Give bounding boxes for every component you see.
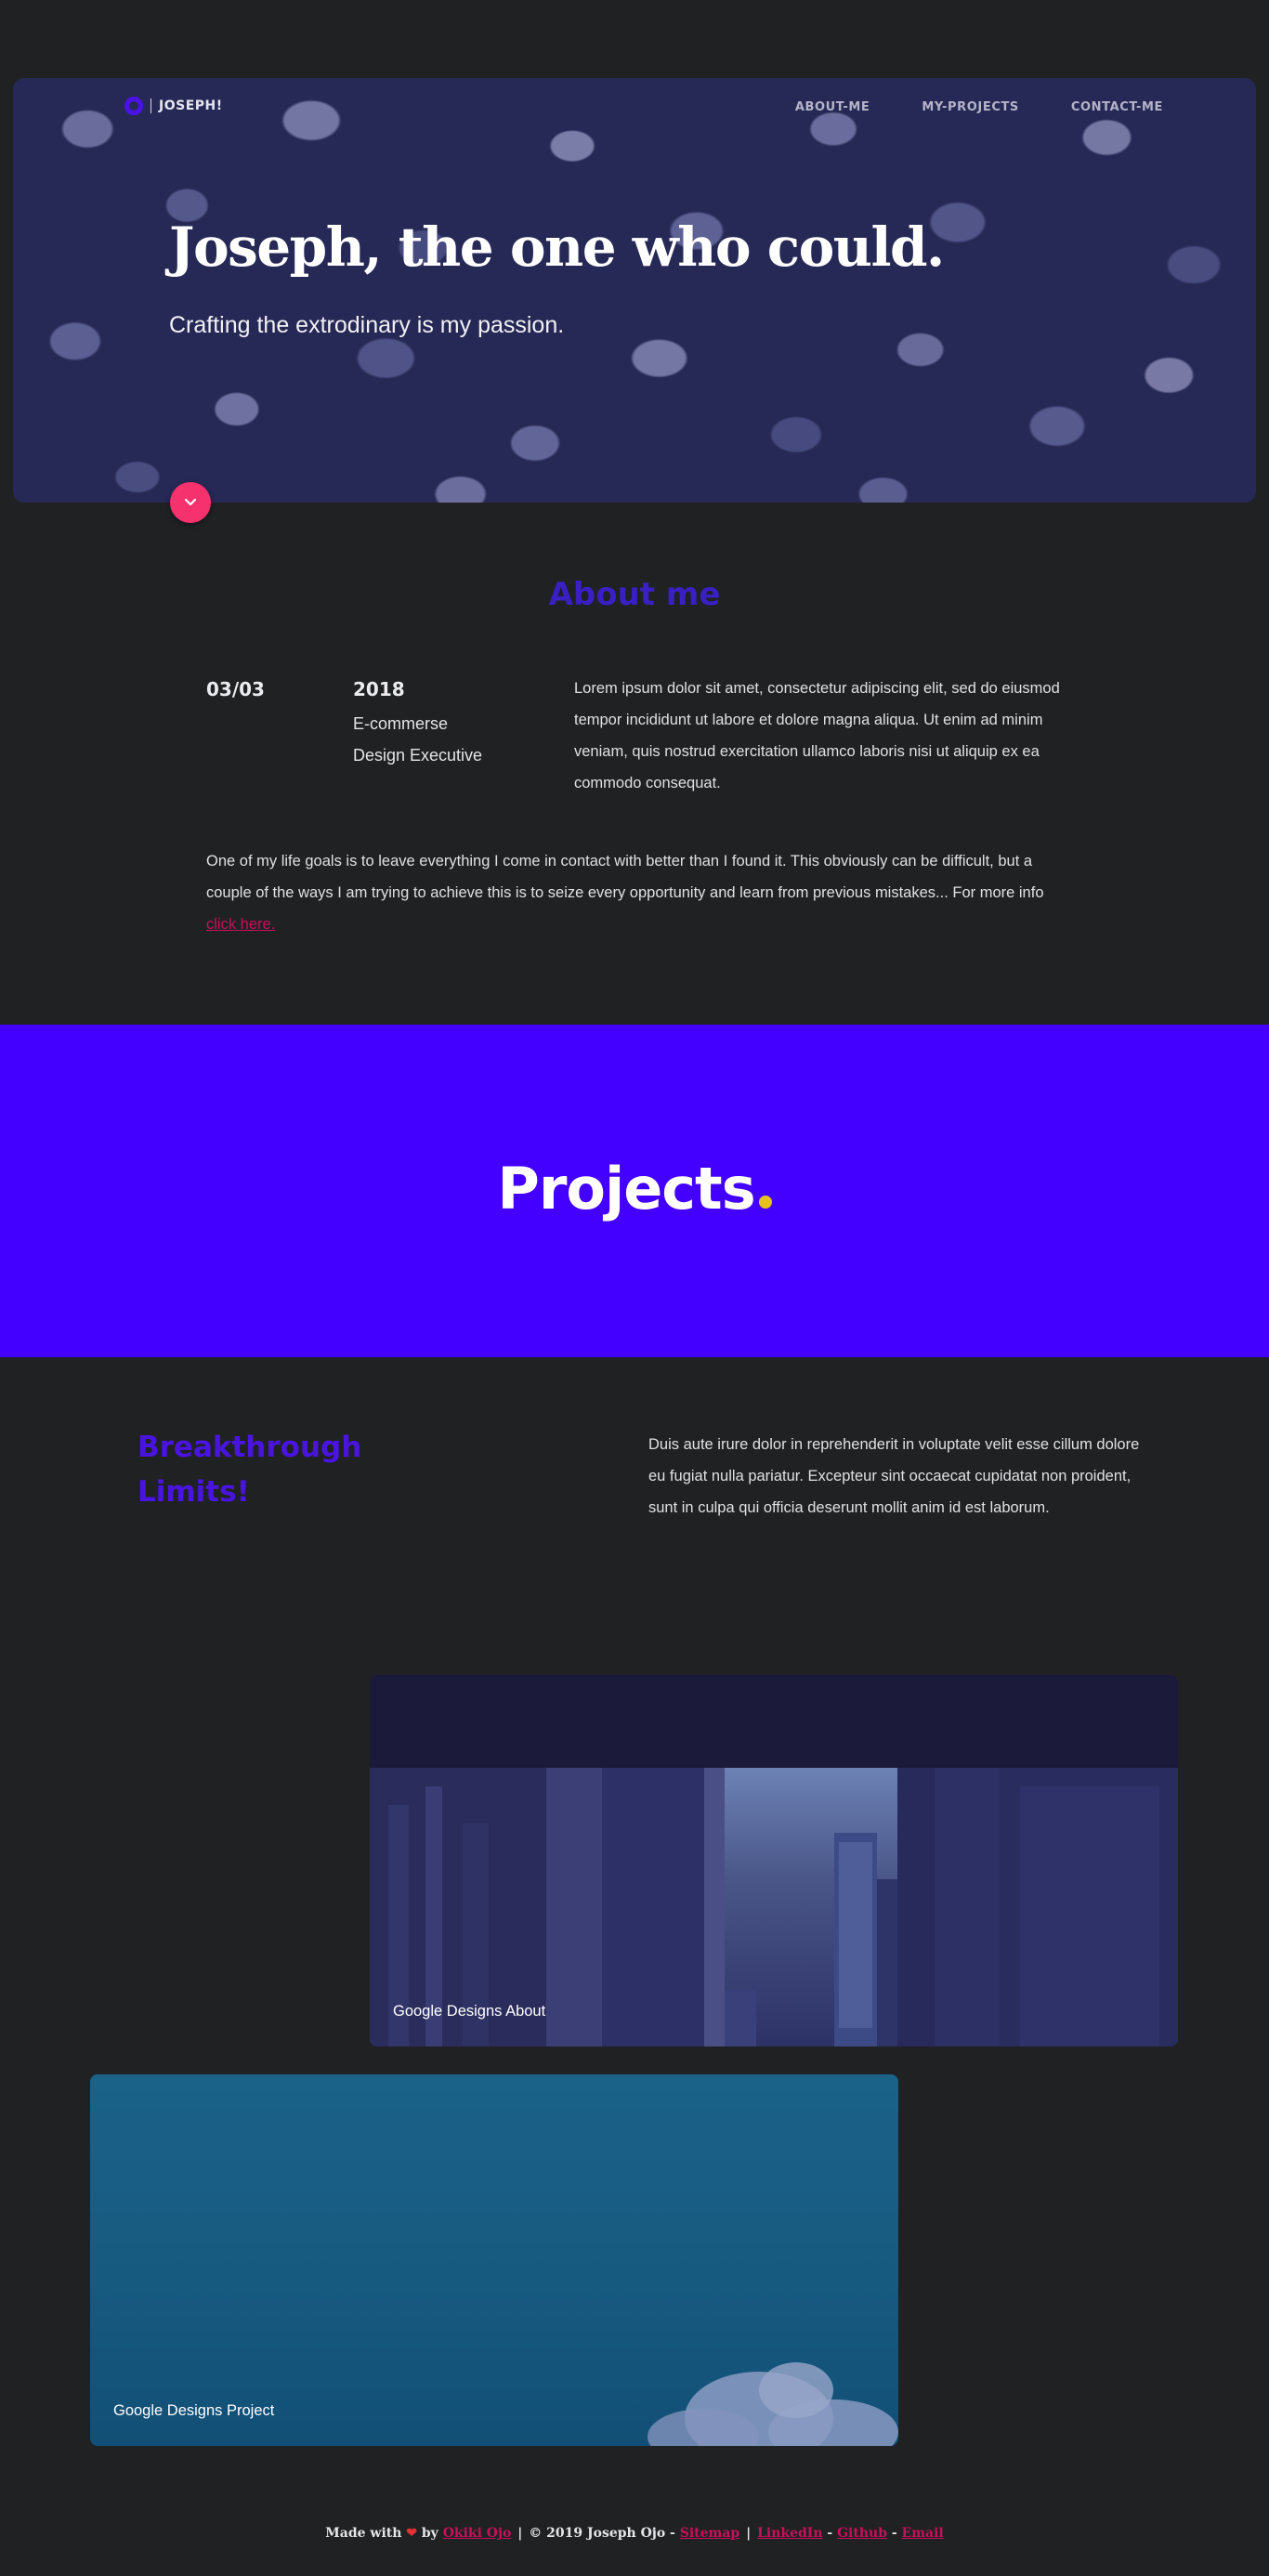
role-title: Design Executive [353,746,483,765]
footer-link-sitemap[interactable]: Sitemap [680,2526,739,2541]
footer: Made with ❤ by Okiki Ojo | © 2019 Joseph… [325,2526,944,2541]
breakthrough-title-line1: Breakthrough [137,1431,362,1464]
footer-made-with: Made with [325,2526,402,2541]
project-card-about[interactable]: Google Designs About [370,1675,1178,2046]
footer-link-linkedin[interactable]: LinkedIn [757,2526,822,2541]
copyright-icon: © [529,2526,543,2541]
hero-title: Joseph, the one who could. [169,216,945,279]
projects-title: Projects [0,1155,1269,1223]
hero-subtitle: Crafting the extrodinary is my passion. [169,312,565,338]
about-title: About me [548,576,721,613]
click-here-link[interactable]: click here. [206,916,275,933]
about-date: 03/03 [206,678,265,700]
card-label: Google Designs Project [113,2402,275,2419]
about-year: 2018 [353,678,405,700]
card-label: Google Designs About [393,2003,546,2020]
logo[interactable]: JOSEPH! [124,97,223,115]
footer-divider: | [517,2526,523,2541]
footer-divider: | [746,2526,752,2541]
logo-divider [150,98,151,113]
nav-links: ABOUT-ME MY-PROJECTS CONTACT-ME [795,100,1163,114]
about-description: Lorem ipsum dolor sit amet, consectetur … [574,680,1060,791]
footer-copyright: 2019 Joseph Ojo - [546,2526,675,2541]
top-nav: JOSEPH! ABOUT-ME MY-PROJECTS CONTACT-ME [13,78,1256,137]
role-company: E-commerse [353,714,449,733]
hero-section: JOSEPH! ABOUT-ME MY-PROJECTS CONTACT-ME … [13,78,1256,503]
breakthrough-title-line2: Limits! [137,1475,250,1509]
heart-icon: ❤ [406,2526,418,2541]
breakthrough-title: Breakthrough Limits! [137,1425,435,1514]
projects-banner: Projects [0,1025,1269,1357]
about-role: E-commerse Design Executive [353,708,482,771]
project-card-project[interactable]: Google Designs Project [90,2074,898,2446]
accent-dot-icon [758,1196,772,1209]
scroll-down-button[interactable] [170,482,211,523]
footer-author-link[interactable]: Okiki Ojo [443,2526,512,2541]
footer-link-github[interactable]: Github [837,2526,887,2541]
logo-ring-icon [124,97,143,115]
nav-link-about-me[interactable]: ABOUT-ME [795,100,870,114]
logo-text: JOSEPH! [159,98,223,113]
sky-clouds-illustration [648,2362,898,2446]
chevron-down-icon [184,498,197,506]
projects-title-text: Projects [497,1155,755,1223]
nav-link-my-projects[interactable]: MY-PROJECTS [922,100,1019,114]
footer-link-email[interactable]: Email [902,2526,944,2541]
about-goal-text: One of my life goals is to leave everyth… [206,845,1070,940]
breakthrough-description: Duis aute irure dolor in reprehenderit i… [648,1436,1140,1516]
nav-link-contact-me[interactable]: CONTACT-ME [1071,100,1163,114]
footer-by: by [421,2526,438,2541]
goal-text: One of my life goals is to leave everyth… [206,853,1044,901]
